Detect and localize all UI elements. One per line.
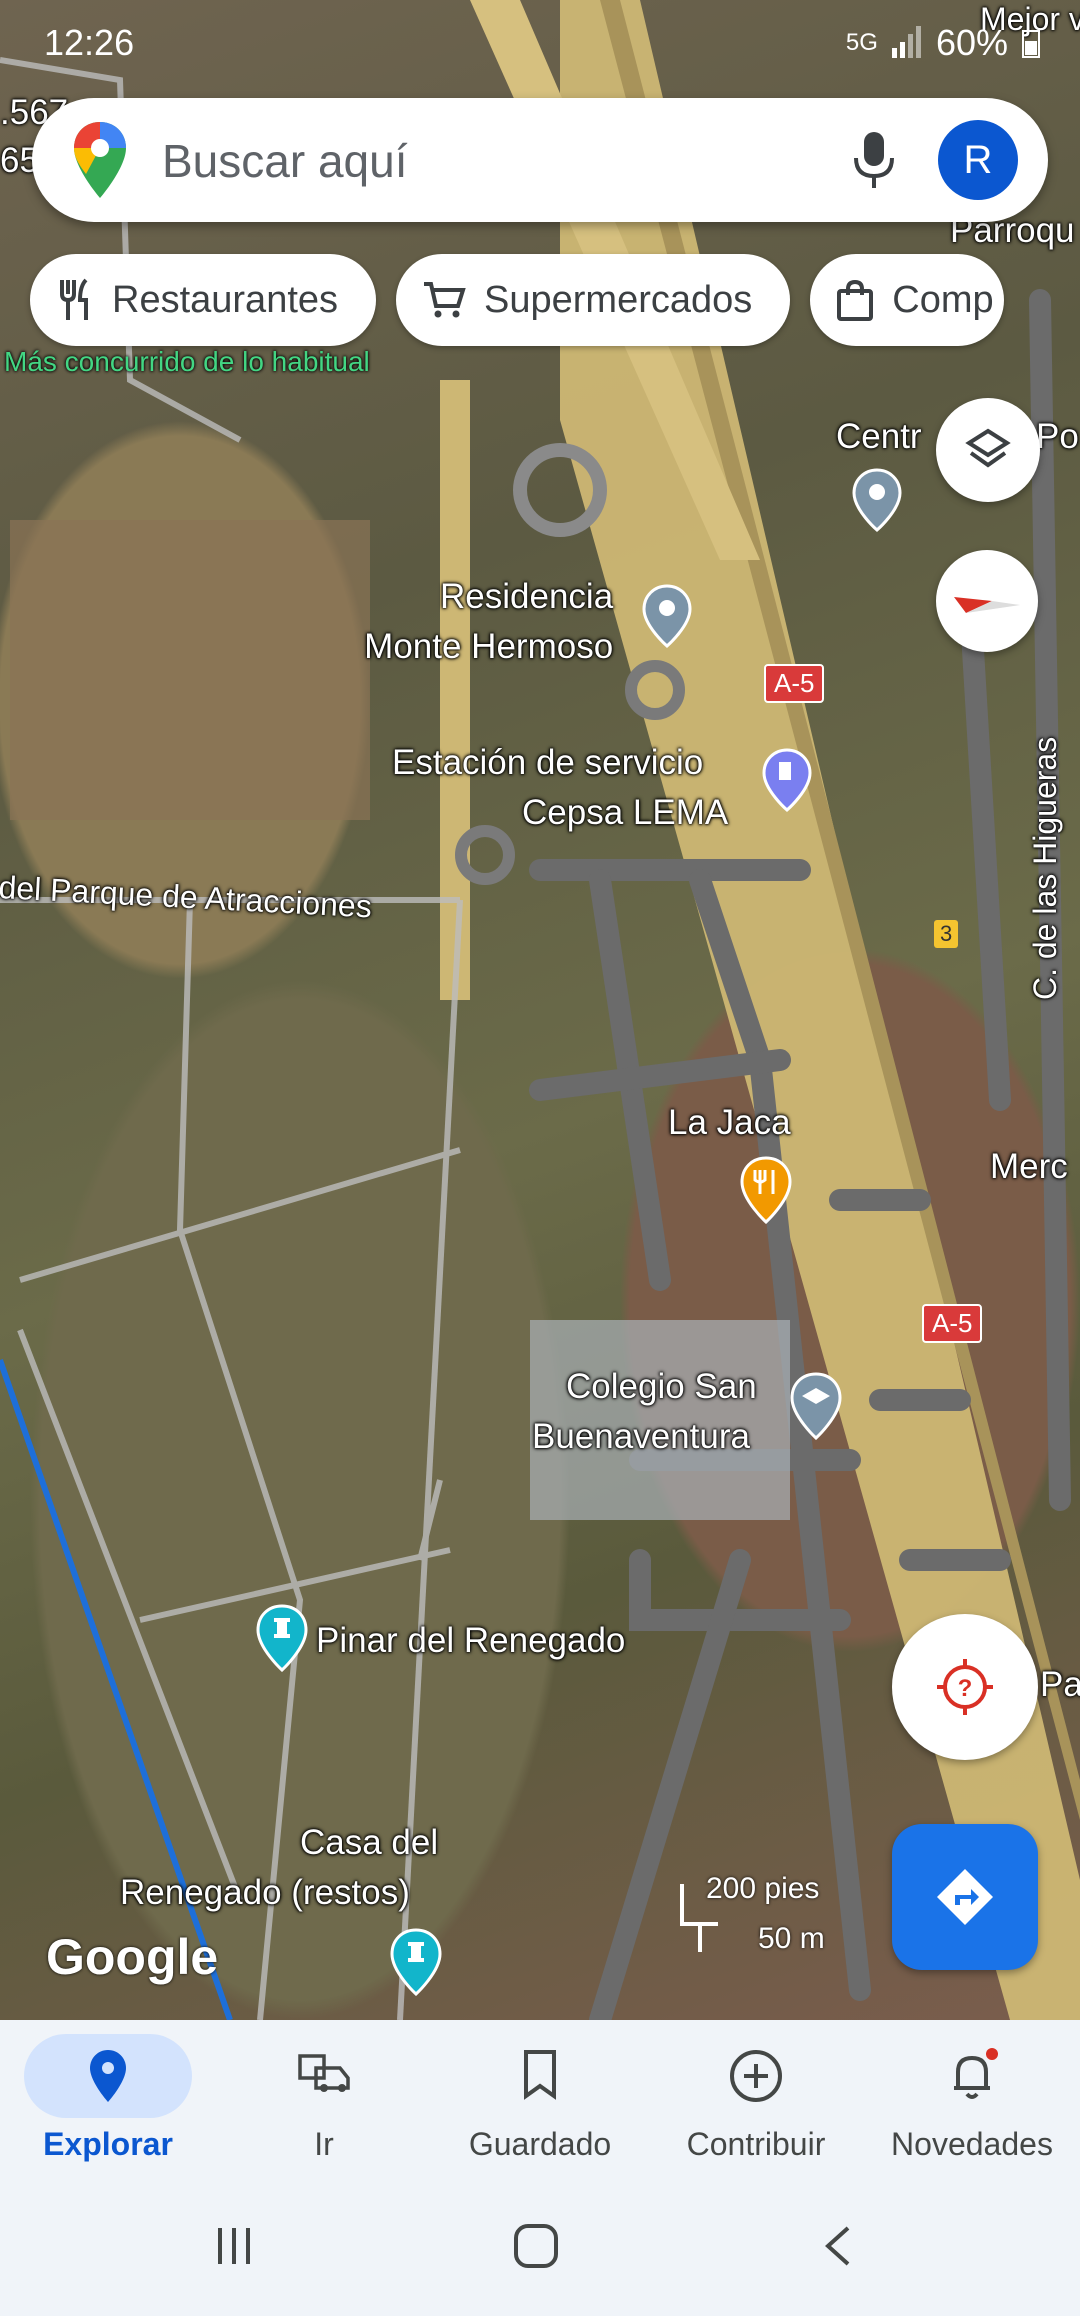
place-pinar[interactable]: Pinar del Renegado	[316, 1616, 625, 1666]
monument-pin-icon[interactable]	[390, 1928, 442, 1996]
compass-icon	[954, 597, 1020, 613]
scale-metric: 50 m	[758, 1922, 825, 1955]
chip-supermarkets[interactable]: Supermercados	[396, 254, 791, 346]
place-colegio-line1: Colegio San	[566, 1367, 757, 1406]
place-pin-icon[interactable]	[852, 468, 902, 532]
shopping-bag-icon	[837, 279, 874, 321]
residencia-pin-icon[interactable]	[642, 584, 692, 648]
nav-go[interactable]: Ir	[216, 2020, 432, 2190]
highway-shield-a5-top: A-5	[764, 664, 825, 703]
google-maps-logo-icon	[74, 122, 126, 198]
cart-icon	[424, 282, 466, 318]
chip-shopping-label: Comp	[892, 278, 994, 321]
exit-shield-3: 3	[934, 920, 959, 948]
google-attribution: Google	[46, 1929, 219, 1985]
nav-go-label: Ir	[314, 2126, 334, 2162]
nav-updates-label: Novedades	[891, 2126, 1053, 2162]
park-pin-icon[interactable]	[256, 1604, 308, 1672]
nav-contribute-label: Contribuir	[686, 2126, 826, 2162]
place-casa-line1: Casa del	[300, 1823, 439, 1862]
chip-restaurants[interactable]: Restaurantes	[30, 254, 377, 346]
nav-saved[interactable]: Guardado	[432, 2020, 648, 2190]
battery-icon	[1022, 30, 1040, 58]
nav-explore[interactable]: Explorar	[0, 2020, 216, 2190]
scale-imperial: 200 pies	[706, 1872, 820, 1905]
status-time: 12:26	[44, 22, 135, 63]
place-residencia-line1: Residencia	[440, 577, 614, 616]
place-centro[interactable]: Centr	[836, 412, 922, 462]
highway-shield-a5-bottom: A-5	[922, 1304, 983, 1343]
place-colegio-line2: Buenaventura	[532, 1417, 750, 1456]
network-type: 5G	[845, 29, 878, 56]
restaurant-pin-icon[interactable]	[740, 1156, 792, 1224]
search-input[interactable]: Buscar aquí	[162, 134, 407, 188]
microphone-icon[interactable]	[852, 128, 896, 192]
layers-button[interactable]	[936, 398, 1040, 502]
system-navigation-bar	[0, 2190, 1080, 2316]
svg-text:?: ?	[958, 1675, 973, 1702]
compass-button[interactable]	[936, 550, 1038, 652]
place-po[interactable]: Po	[1036, 412, 1079, 462]
place-estacion-line2: Cepsa LEMA	[522, 793, 729, 832]
my-location-button[interactable]: ?	[892, 1614, 1038, 1760]
car-icon	[298, 2054, 350, 2092]
battery-level: 60%	[935, 22, 1008, 63]
place-casa-line2: Renegado (restos)	[120, 1873, 410, 1912]
nav-saved-label: Guardado	[468, 2126, 612, 2162]
status-icons: 5G 60%	[846, 22, 1040, 64]
category-chips: Restaurantes Supermercados Comp	[30, 254, 1004, 346]
busy-notice: Más concurrido de lo habitual	[4, 346, 370, 377]
fork-knife-icon	[60, 278, 88, 320]
bookmark-icon	[524, 2050, 556, 2100]
place-residencia-line2: Monte Hermoso	[364, 627, 614, 666]
bottom-navigation: Explorar Ir Guardado Contribuir Novedade…	[0, 2020, 1080, 2190]
school-pin-icon[interactable]	[790, 1372, 842, 1440]
chip-supermarkets-label: Supermercados	[484, 278, 753, 321]
account-avatar[interactable]: R	[938, 120, 1018, 200]
nav-updates[interactable]: Novedades	[864, 2020, 1080, 2190]
place-merc[interactable]: Merc	[990, 1142, 1068, 1192]
nav-contribute[interactable]: Contribuir	[648, 2020, 864, 2190]
nav-explore-label: Explorar	[43, 2126, 173, 2162]
directions-icon	[937, 1869, 993, 1925]
home-icon[interactable]	[512, 2222, 560, 2270]
place-residencia[interactable]: Residencia Monte Hermoso	[340, 572, 613, 672]
location-pin-icon	[90, 2050, 126, 2102]
location-unknown-icon: ?	[937, 1659, 993, 1715]
place-la-jaca[interactable]: La Jaca	[668, 1098, 791, 1148]
signal-icon	[891, 26, 921, 58]
place-estacion[interactable]: Estación de servicio Cepsa LEMA	[392, 738, 728, 838]
chip-shopping[interactable]: Comp	[810, 254, 1004, 346]
place-pa[interactable]: Pa	[1040, 1660, 1080, 1710]
place-estacion-line1: Estación de servicio	[392, 743, 704, 782]
recent-apps-icon[interactable]	[214, 2224, 254, 2268]
bell-icon	[954, 2048, 998, 2099]
layers-icon	[965, 428, 1011, 468]
street-higueras: C. de las Higueras	[1027, 736, 1063, 1000]
place-casa-renegado[interactable]: Casa del Renegado (restos)	[120, 1818, 438, 1918]
directions-button[interactable]	[892, 1824, 1038, 1970]
status-bar: 12:26 5G 60%	[0, 0, 1080, 90]
add-circle-icon	[730, 2050, 782, 2102]
place-colegio[interactable]: Colegio San Buenaventura	[532, 1362, 757, 1462]
back-icon[interactable]	[820, 2224, 856, 2268]
chip-restaurants-label: Restaurantes	[112, 278, 339, 321]
search-bar[interactable]: Buscar aquí R	[32, 98, 1048, 222]
gas-station-pin-icon[interactable]	[762, 748, 812, 812]
